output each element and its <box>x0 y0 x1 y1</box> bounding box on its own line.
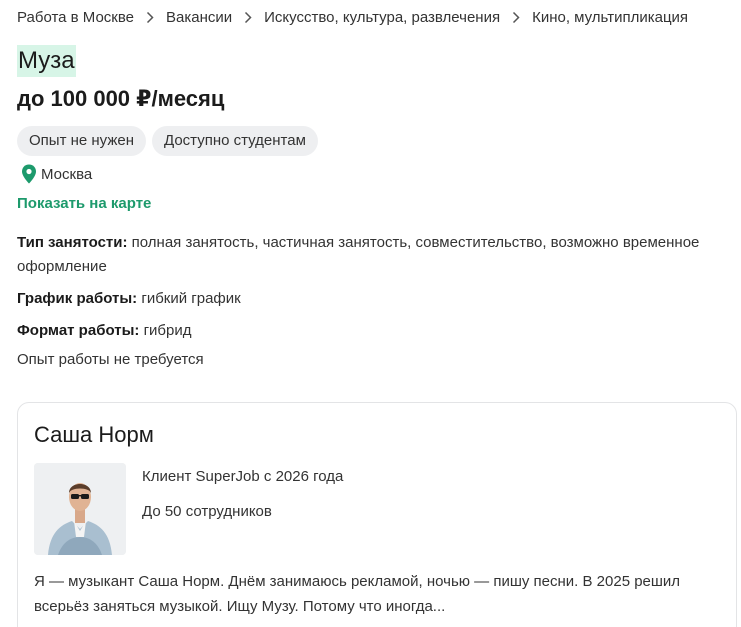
employer-card: Саша Норм Клиент SuperJob с 2026 года До… <box>17 402 737 627</box>
breadcrumb-item-moscow-jobs[interactable]: Работа в Москве <box>17 9 134 26</box>
breadcrumb-item-art-culture[interactable]: Искусство, культура, развлечения <box>264 9 500 26</box>
vacancy-details: Тип занятости: полная занятость, частичн… <box>17 231 724 343</box>
chevron-right-icon <box>512 11 520 24</box>
work-format: Формат работы: гибрид <box>17 319 724 343</box>
experience-requirement: Опыт работы не требуется <box>17 351 204 368</box>
work-format-value: гибрид <box>143 322 192 339</box>
city: Москва <box>41 165 93 183</box>
breadcrumb: Работа в Москве Вакансии Искусство, куль… <box>17 0 724 34</box>
employment-type-label: Тип занятости: <box>17 234 128 251</box>
vacancy-salary: до 100 000 ₽/месяц <box>17 86 225 111</box>
work-format-label: Формат работы: <box>17 322 140 339</box>
show-on-map-link[interactable]: Показать на карте <box>17 195 151 212</box>
work-schedule-value: гибкий график <box>141 290 241 307</box>
work-schedule-label: График работы: <box>17 290 138 307</box>
vacancy-page: Работа в Москве Вакансии Искусство, куль… <box>0 0 741 627</box>
location-pin-icon <box>21 164 37 184</box>
employer-about: Я — музыкант Саша Норм. Днём занимаюсь р… <box>34 573 681 615</box>
breadcrumb-item-vacancies[interactable]: Вакансии <box>166 9 232 26</box>
tag-no-experience: Опыт не нужен <box>17 126 147 156</box>
employer-avatar[interactable] <box>34 463 126 555</box>
chevron-right-icon <box>146 11 154 24</box>
employer-info: Клиент SuperJob с 2026 года До 50 сотруд… <box>142 463 343 555</box>
work-schedule: График работы: гибкий график <box>17 287 724 311</box>
employer-size: До 50 сотрудников <box>142 503 272 520</box>
vacancy-tags: Опыт не нужен Доступно студентам <box>17 126 724 156</box>
vacancy-title: Муза <box>17 45 76 77</box>
employer-client-since: Клиент SuperJob с 2026 года <box>142 468 344 485</box>
chevron-right-icon <box>244 11 252 24</box>
location: Москва <box>17 163 724 185</box>
employer-row: Клиент SuperJob с 2026 года До 50 сотруд… <box>34 463 720 555</box>
employer-name[interactable]: Саша Норм <box>34 421 720 449</box>
tag-students-allowed: Доступно студентам <box>152 126 318 156</box>
breadcrumb-item-cinema-animation[interactable]: Кино, мультипликация <box>532 9 688 26</box>
employment-type: Тип занятости: полная занятость, частичн… <box>17 231 724 279</box>
